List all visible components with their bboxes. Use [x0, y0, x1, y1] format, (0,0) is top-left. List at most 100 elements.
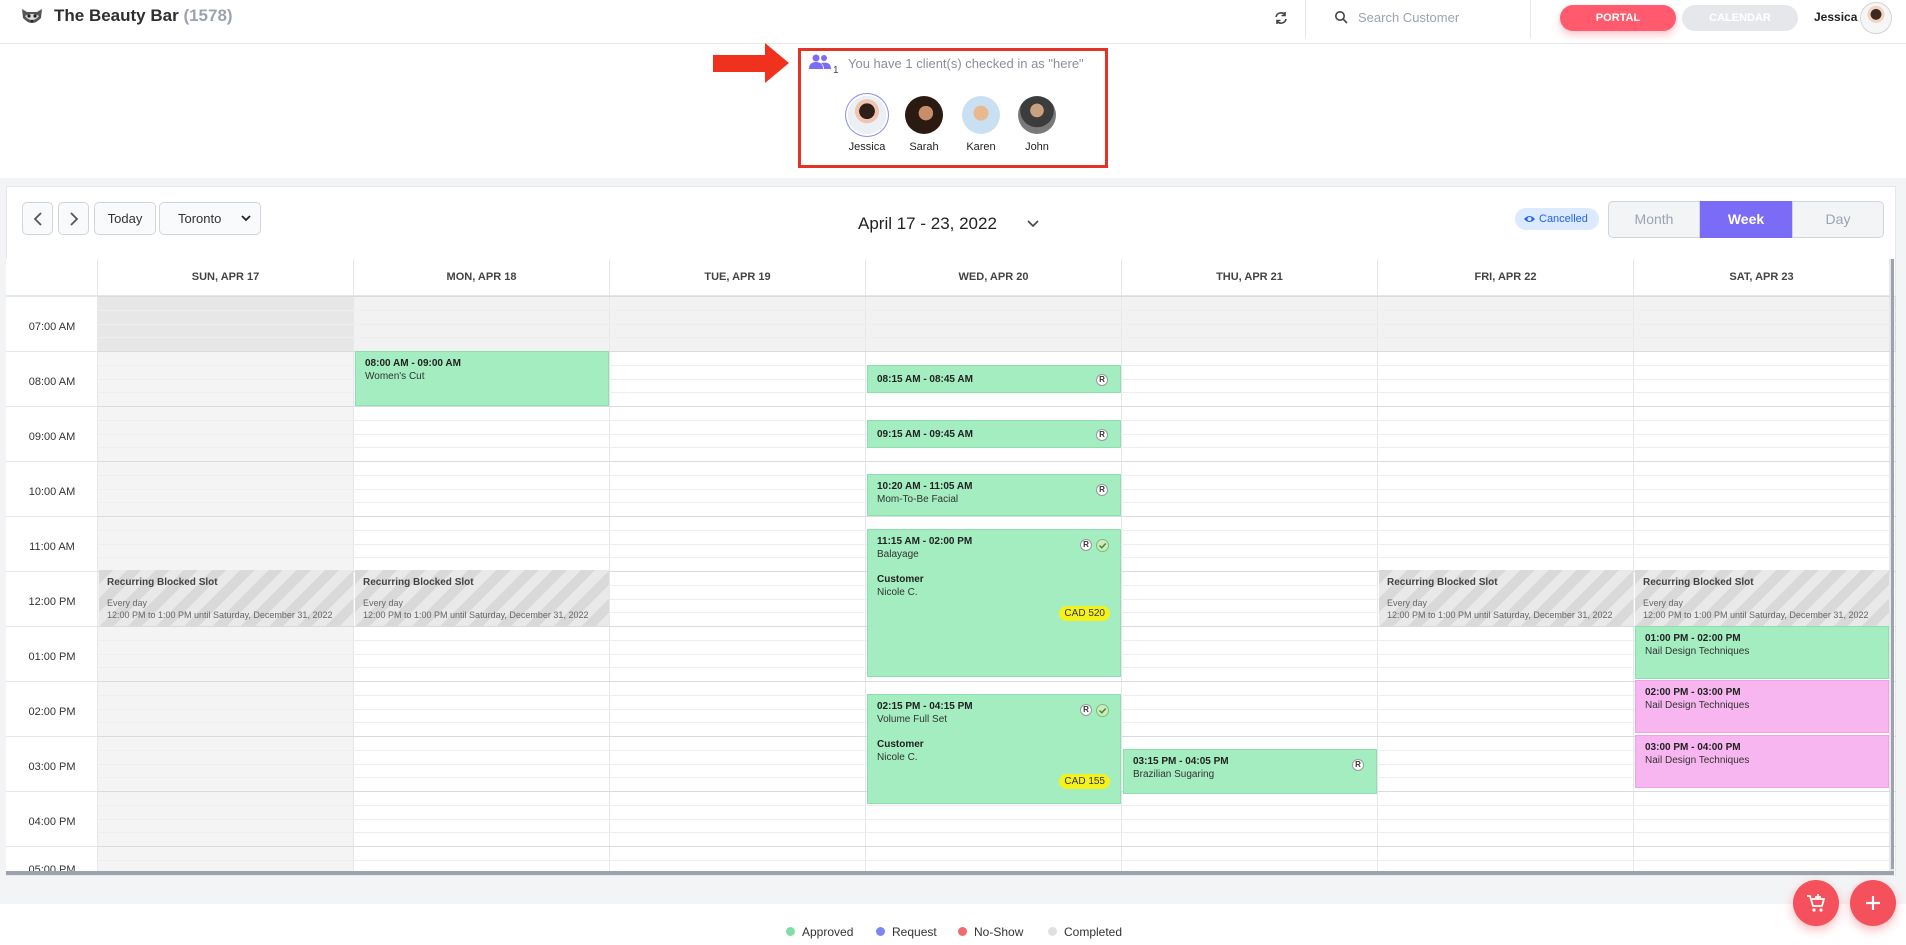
calendar-button[interactable]: CALENDAR [1682, 5, 1798, 31]
legend-item: No-Show [958, 925, 1023, 939]
time-label: 03:00 PM [28, 761, 76, 773]
blocked-detail: 12:00 PM to 1:00 PM until Saturday, Dece… [363, 610, 589, 620]
appointment-card[interactable]: 10:20 AM - 11:05 AM Mom-To-Be Facial R [867, 474, 1121, 516]
search-customer-input[interactable] [1358, 6, 1518, 28]
add-to-cart-button[interactable] [1793, 880, 1839, 926]
appointment-card[interactable]: 09:15 AM - 09:45 AM R [867, 420, 1121, 448]
gutter-line [6, 681, 98, 682]
day-header: MON, APR 18 [354, 259, 610, 296]
request-badge: R [1080, 704, 1092, 716]
legend-item: Approved [786, 925, 853, 939]
view-month-button[interactable]: Month [1608, 201, 1700, 238]
cart-plus-icon [1807, 894, 1826, 912]
appointment-card[interactable]: 03:00 PM - 04:00 PM Nail Design Techniqu… [1635, 735, 1889, 788]
checked-in-client[interactable]: Karen [953, 96, 1009, 153]
grid-line [98, 406, 1896, 407]
appointment-card[interactable]: 11:15 AM - 02:00 PM Balayage Customer Ni… [867, 529, 1121, 677]
view-week-button[interactable]: Week [1700, 201, 1792, 238]
location-value: Toronto [178, 211, 222, 226]
grid-line [98, 860, 1896, 861]
client-avatar[interactable] [962, 96, 1000, 134]
appointment-time: 01:00 PM - 02:00 PM [1645, 633, 1741, 644]
appointment-service: Brazilian Sugaring [1133, 769, 1215, 780]
cancelled-toggle[interactable]: Cancelled [1515, 208, 1599, 230]
time-label: 04:00 PM [28, 816, 76, 828]
grid-line [98, 324, 1896, 325]
gutter-line [6, 516, 98, 517]
gutter-line [6, 406, 98, 407]
legend-dot [876, 927, 885, 936]
client-avatar[interactable] [848, 96, 886, 134]
grid-line [98, 832, 1896, 833]
sync-icon[interactable] [1272, 9, 1290, 27]
appointment-card[interactable]: 01:00 PM - 02:00 PM Nail Design Techniqu… [1635, 626, 1889, 679]
divider [1530, 0, 1531, 38]
client-avatar[interactable] [1018, 96, 1056, 134]
portal-button[interactable]: PORTAL [1560, 5, 1676, 31]
week-grid: SUN, APR 17 MON, APR 18 TUE, APR 19 WED,… [6, 259, 1896, 873]
checked-in-client[interactable]: Jessica [839, 96, 895, 153]
price-badge: CAD 520 [1059, 606, 1110, 621]
annotation-arrow-head [765, 43, 789, 83]
time-label: 10:00 AM [28, 486, 76, 498]
chevron-left-icon [33, 212, 42, 226]
divider [1305, 0, 1306, 38]
customer-name: Nicole C. [877, 587, 918, 598]
customer-label: Customer [877, 739, 924, 750]
appointment-card[interactable]: 03:15 PM - 04:05 PM Brazilian Sugaring R [1123, 749, 1377, 794]
user-avatar[interactable] [1860, 2, 1892, 34]
blocked-repeat: Every day [107, 598, 148, 608]
business-name: The Beauty Bar [54, 6, 179, 25]
time-label: 09:00 AM [28, 431, 76, 443]
day-header: THU, APR 21 [1122, 259, 1378, 296]
appointment-service: Mom-To-Be Facial [877, 494, 959, 505]
business-title: The Beauty Bar (1578) [54, 6, 233, 26]
raccoon-logo-icon [22, 9, 42, 23]
scrollbar-thumb[interactable] [1891, 259, 1894, 869]
appointment-card[interactable]: 08:15 AM - 08:45 AM R [867, 365, 1121, 393]
grid-line [98, 296, 1896, 297]
blocked-slot[interactable]: Recurring Blocked Slot Every day 12:00 P… [99, 570, 353, 626]
appointment-card[interactable]: 02:15 PM - 04:15 PM Volume Full Set Cust… [867, 694, 1121, 804]
footer-legend-bar [0, 904, 1906, 945]
prev-week-button[interactable] [22, 202, 53, 235]
today-button[interactable]: Today [94, 202, 156, 235]
request-badge: R [1096, 484, 1108, 496]
blocked-slot[interactable]: Recurring Blocked Slot Every day 12:00 P… [1379, 570, 1633, 626]
time-label: 11:00 AM [29, 541, 75, 553]
checked-in-client[interactable]: John [1009, 96, 1065, 153]
legend-label: Completed [1064, 925, 1123, 939]
appointment-card[interactable]: 08:00 AM - 09:00 AM Women's Cut [355, 351, 609, 406]
cancelled-label: Cancelled [1539, 213, 1588, 225]
legend-label: Approved [802, 925, 854, 939]
checked-in-client[interactable]: Sarah [896, 96, 952, 153]
legend-item: Request [876, 925, 937, 939]
client-avatar[interactable] [905, 96, 943, 134]
request-badge: R [1096, 374, 1108, 386]
request-badge: R [1080, 539, 1092, 551]
blocked-slot[interactable]: Recurring Blocked Slot Every day 12:00 P… [355, 570, 609, 626]
horizontal-scrollbar[interactable] [6, 871, 1894, 875]
appointment-time: 02:00 PM - 03:00 PM [1645, 687, 1741, 698]
blocked-slot[interactable]: Recurring Blocked Slot Every day 12:00 P… [1635, 570, 1889, 626]
appointment-service: Women's Cut [365, 371, 425, 382]
next-week-button[interactable] [58, 202, 89, 235]
grid-line [98, 805, 1896, 806]
grid-line [98, 681, 1896, 682]
grid-line [98, 819, 1896, 820]
appointment-service: Nail Design Techniques [1645, 700, 1750, 711]
appointment-service: Volume Full Set [877, 714, 948, 725]
view-day-button[interactable]: Day [1792, 201, 1884, 238]
appointment-card[interactable]: 02:00 PM - 03:00 PM Nail Design Techniqu… [1635, 680, 1889, 733]
add-appointment-button[interactable] [1850, 880, 1896, 926]
day-header: SAT, APR 23 [1634, 259, 1890, 296]
gutter-line [6, 846, 98, 847]
user-name[interactable]: Jessica [1814, 10, 1857, 24]
chevron-down-icon[interactable] [1026, 219, 1040, 229]
top-bar: The Beauty Bar (1578) PORTAL CALENDAR Je… [0, 0, 1906, 44]
date-range-title[interactable]: April 17 - 23, 2022 [858, 214, 997, 234]
location-select[interactable]: Toronto [159, 202, 261, 235]
gutter-line [6, 296, 98, 297]
blocked-title: Recurring Blocked Slot [363, 577, 474, 588]
appointment-time: 08:15 AM - 08:45 AM [877, 374, 973, 385]
